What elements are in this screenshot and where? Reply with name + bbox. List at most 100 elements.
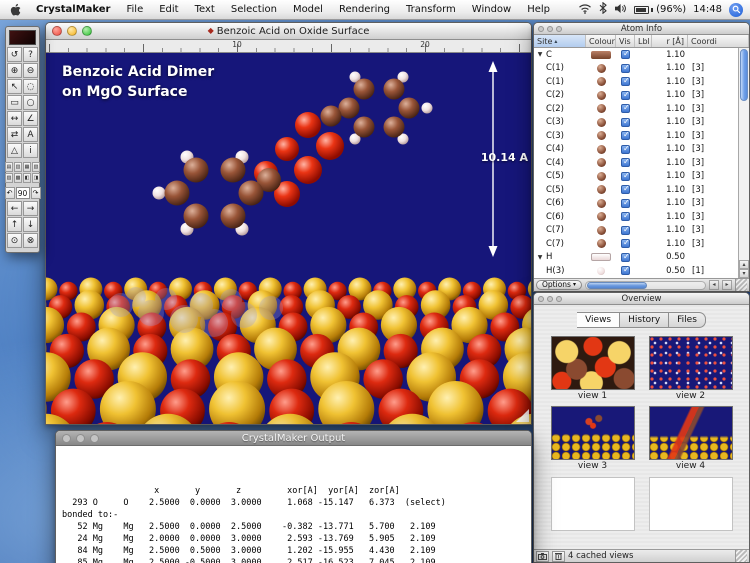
- menu-item[interactable]: Model: [285, 0, 331, 19]
- colour-swatch-button[interactable]: [9, 30, 36, 45]
- close-button[interactable]: [538, 296, 544, 302]
- column-header-site[interactable]: Site: [534, 35, 586, 47]
- airport-icon[interactable]: [578, 3, 592, 17]
- view-thumbnail[interactable]: [649, 336, 733, 390]
- vertical-scrollbar[interactable]: ▴ ▾: [738, 48, 749, 278]
- table-row[interactable]: C(3) 1.10 [3]: [534, 116, 738, 130]
- colour-swatch[interactable]: [586, 51, 616, 59]
- menu-item[interactable]: Selection: [223, 0, 285, 19]
- menu-item[interactable]: File: [119, 0, 152, 19]
- tab[interactable]: History: [620, 312, 669, 328]
- table-row[interactable]: C(6) 1.10 [3]: [534, 210, 738, 224]
- document-titlebar[interactable]: ◆Benzoic Acid on Oxide Surface: [46, 23, 531, 40]
- zoom-button[interactable]: [82, 26, 92, 36]
- table-row[interactable]: ▼ C 1.10: [534, 48, 738, 62]
- scroll-down-arrow[interactable]: ▾: [739, 269, 749, 278]
- table-row[interactable]: C(2) 1.10 [3]: [534, 102, 738, 116]
- resize-grip[interactable]: [516, 409, 529, 422]
- view-thumbnail[interactable]: [649, 406, 733, 460]
- colour-swatch[interactable]: [586, 172, 616, 181]
- visibility-checkbox[interactable]: [621, 64, 630, 73]
- table-row[interactable]: C(1) 1.10 [3]: [534, 62, 738, 76]
- rotate-axis-out[interactable]: ⊗: [23, 233, 38, 248]
- menu-item[interactable]: Edit: [151, 0, 186, 19]
- visibility-checkbox[interactable]: [621, 172, 630, 181]
- scroll-left-arrow[interactable]: ◂: [709, 280, 719, 290]
- visibility-checkbox[interactable]: [621, 239, 630, 248]
- menu-clock[interactable]: 14:48: [693, 4, 722, 15]
- visibility-checkbox[interactable]: [621, 226, 630, 235]
- apple-menu-icon[interactable]: [0, 3, 28, 17]
- rotate-up[interactable]: ↑: [7, 217, 22, 232]
- rotate-left[interactable]: ←: [7, 201, 22, 216]
- colour-swatch[interactable]: [586, 104, 616, 113]
- colour-swatch[interactable]: [586, 145, 616, 154]
- view-thumbnail[interactable]: [551, 406, 635, 460]
- tool-rect-select[interactable]: ▭: [7, 95, 22, 110]
- colour-swatch[interactable]: [586, 226, 616, 235]
- minimize-button[interactable]: [547, 26, 553, 32]
- rotate-ccw-button[interactable]: ↶: [5, 187, 15, 199]
- close-button[interactable]: [52, 26, 62, 36]
- rotate-down[interactable]: ↓: [23, 217, 38, 232]
- tool-info[interactable]: i: [23, 143, 38, 158]
- view-preset-2[interactable]: ▥: [14, 162, 22, 172]
- battery-icon[interactable]: (96%): [634, 4, 686, 15]
- colour-swatch[interactable]: [586, 253, 616, 261]
- tool-oval-select[interactable]: ○: [23, 95, 38, 110]
- visibility-checkbox[interactable]: [621, 253, 630, 262]
- rotate-right[interactable]: →: [23, 201, 38, 216]
- colour-swatch[interactable]: [586, 199, 616, 208]
- colour-swatch[interactable]: [586, 77, 616, 86]
- resize-grip[interactable]: [735, 279, 747, 291]
- visibility-checkbox[interactable]: [621, 104, 630, 113]
- visibility-checkbox[interactable]: [621, 266, 630, 275]
- view-item[interactable]: view 3: [548, 406, 638, 473]
- colour-swatch[interactable]: [586, 239, 616, 248]
- zoom-button[interactable]: [90, 434, 99, 443]
- tab[interactable]: Files: [669, 312, 706, 328]
- visibility-checkbox[interactable]: [621, 77, 630, 86]
- bluetooth-icon[interactable]: [599, 2, 607, 17]
- scrollbar-thumb[interactable]: [587, 282, 647, 289]
- tool-measure-angle[interactable]: ∠: [23, 111, 38, 126]
- tab[interactable]: Views: [577, 312, 620, 328]
- column-header-coordination[interactable]: Coordi: [688, 35, 749, 47]
- table-row[interactable]: C(5) 1.10 [3]: [534, 183, 738, 197]
- colour-swatch[interactable]: [586, 118, 616, 127]
- table-row[interactable]: C(3) 1.10 [3]: [534, 129, 738, 143]
- rotate-step-field[interactable]: 90: [16, 187, 30, 199]
- colour-swatch[interactable]: [586, 91, 616, 100]
- view-preset-6[interactable]: ▩: [14, 173, 22, 183]
- close-button[interactable]: [538, 26, 544, 32]
- view-preset-5[interactable]: ▨: [5, 173, 13, 183]
- horizontal-scrollbar[interactable]: [585, 281, 706, 290]
- scrollbar-thumb[interactable]: [740, 49, 748, 101]
- scroll-up-arrow[interactable]: ▴: [739, 260, 749, 269]
- colour-swatch[interactable]: [586, 185, 616, 194]
- table-row[interactable]: H(3) 0.50 [1]: [534, 264, 738, 278]
- column-header-vis[interactable]: Vis: [616, 35, 635, 47]
- disclosure-triangle-icon[interactable]: ▼: [536, 51, 544, 58]
- zoom-button[interactable]: [556, 296, 562, 302]
- view-preset-8[interactable]: ◨: [32, 173, 40, 183]
- column-header-colour[interactable]: Colour: [586, 35, 616, 47]
- output-titlebar[interactable]: CrystalMaker Output: [56, 431, 531, 446]
- table-row[interactable]: C(7) 1.10 [3]: [534, 237, 738, 251]
- colour-swatch[interactable]: [586, 212, 616, 221]
- table-row[interactable]: C(5) 1.10 [3]: [534, 170, 738, 184]
- minimize-button[interactable]: [67, 26, 77, 36]
- options-button[interactable]: Options: [536, 280, 582, 290]
- visibility-checkbox[interactable]: [621, 91, 630, 100]
- view-preset-1[interactable]: ▤: [5, 162, 13, 172]
- visibility-checkbox[interactable]: [621, 185, 630, 194]
- visibility-checkbox[interactable]: [621, 50, 630, 59]
- close-button[interactable]: [62, 434, 71, 443]
- resize-grip[interactable]: [735, 550, 747, 562]
- rotate-axis-in[interactable]: ⊙: [7, 233, 22, 248]
- tool-bond[interactable]: ⇄: [7, 127, 22, 142]
- crystal-scene[interactable]: [46, 53, 531, 424]
- view-thumbnail[interactable]: [551, 336, 635, 390]
- colour-swatch[interactable]: [586, 267, 616, 275]
- tool-zoom-out[interactable]: ⊖: [23, 63, 38, 78]
